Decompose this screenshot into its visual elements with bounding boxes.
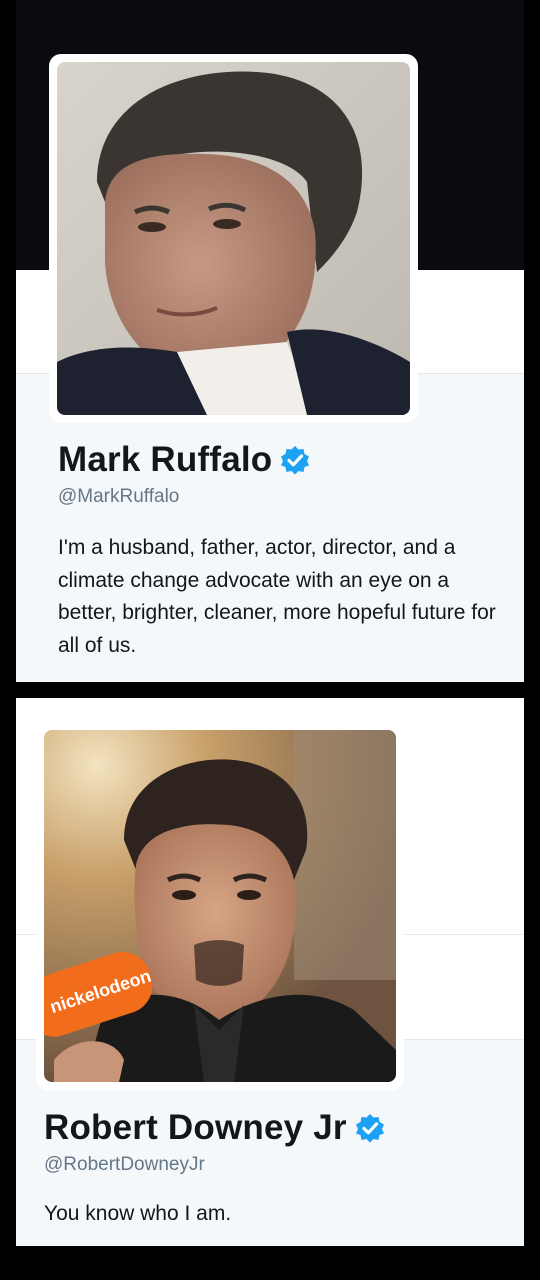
profile-bio: I'm a husband, father, actor, director, …: [58, 536, 496, 657]
profile-avatar[interactable]: [49, 54, 418, 423]
avatar-image: [57, 62, 410, 415]
profile-name[interactable]: Robert Downey Jr: [44, 1108, 347, 1148]
profile-name[interactable]: Mark Ruffalo: [58, 440, 272, 480]
verified-badge-icon: [355, 1113, 385, 1143]
avatar-image: nickelodeon: [44, 730, 396, 1082]
profile-handle[interactable]: @MarkRuffalo: [58, 486, 179, 508]
profile-name-row: Robert Downey Jr: [44, 1108, 385, 1148]
profile-card: nickelodeon Robert Downey Jr @RobertDown…: [16, 698, 524, 1246]
profile-avatar[interactable]: nickelodeon: [36, 722, 404, 1090]
profile-name-row: Mark Ruffalo: [58, 440, 310, 480]
verified-badge-icon: [280, 445, 310, 475]
profile-handle[interactable]: @RobertDowneyJr: [44, 1154, 205, 1176]
profile-card: Mark Ruffalo @MarkRuffalo I'm a husband,…: [16, 0, 524, 682]
profile-bio: You know who I am.: [44, 1202, 232, 1225]
